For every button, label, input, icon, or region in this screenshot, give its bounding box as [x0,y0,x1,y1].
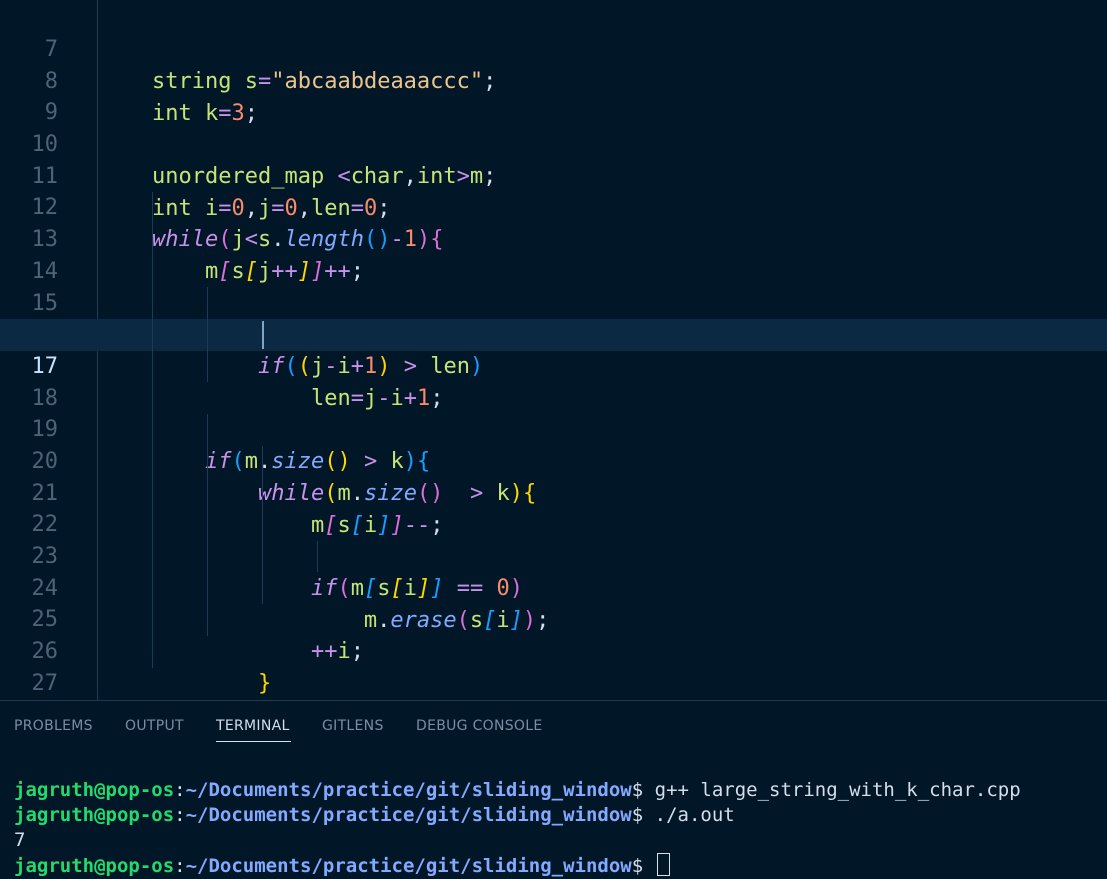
tab-gitlens[interactable]: GITLENS [322,718,384,734]
code-line[interactable]: 12 while(j<s.length()-1){ [0,160,1107,252]
code-editor[interactable]: 7 string s="abcaabdeaaaccc"; 8 int k=3; … [0,0,1107,700]
tab-debug-console[interactable]: DEBUG CONSOLE [416,718,543,734]
code-line[interactable]: 14 [0,224,1107,284]
indent-guide [207,414,208,636]
terminal-line: jagruth@pop-os:~/Documents/practice/git/… [14,853,670,879]
code-line[interactable]: 10 unordered_map <char,int>m; [0,97,1107,189]
code-line[interactable]: 27 } [0,636,1107,696]
prompt-path: ~/Documents/practice/git/sliding_window [185,855,632,877]
terminal-cursor [656,853,670,876]
code-line[interactable]: 23 if(m[s[i]] == 0) [0,509,1107,601]
indent-guide [317,541,318,572]
code-line[interactable]: 25 ++i; [0,572,1107,664]
terminal-command: g++ large_string_with_k_char.cpp [654,779,1021,801]
tab-problems[interactable]: PROBLEMS [14,718,93,734]
prompt-path: ~/Documents/practice/git/sliding_window [185,779,632,801]
code-line-current[interactable]: 17 len=j-i+1; [0,319,1107,411]
terminal-output: 7 [14,829,26,851]
code-line[interactable]: 21 m[s[i]]--; [0,446,1107,538]
tab-terminal[interactable]: TERMINAL [216,718,290,734]
prompt-user: jagruth@pop-os [14,804,175,826]
tab-output[interactable]: OUTPUT [125,718,184,734]
indent-guide [152,192,153,668]
code-line[interactable]: 26 } [0,604,1107,696]
code-line[interactable]: 13 m[s[j++]]++; [0,192,1107,284]
code-line[interactable]: 11 int i=0,j=0,len=0; [0,129,1107,221]
code-line[interactable]: 19 if(m.size() > k){ [0,382,1107,474]
code-line[interactable]: 16 if((j-i+1) > len) [0,287,1107,379]
indent-guide [207,287,208,382]
terminal-line: jagruth@pop-os:~/Documents/practice/git/… [14,804,735,826]
code-line[interactable]: 7 string s="abcaabdeaaaccc"; [0,2,1107,94]
indent-guide [262,446,263,604]
code-line[interactable]: 8 int k=3; [0,34,1107,126]
prompt-user: jagruth@pop-os [14,855,175,877]
code-line[interactable]: 15 if(m.size() == k) [0,256,1107,348]
terminal-command: ./a.out [654,804,735,826]
prompt-user: jagruth@pop-os [14,779,175,801]
active-tab-indicator [216,741,291,742]
code-line[interactable]: 24 m.erase(s[i]); [0,541,1107,633]
code-line[interactable]: 28 } [0,667,1107,699]
prompt-path: ~/Documents/practice/git/sliding_window [185,804,632,826]
bottom-panel: PROBLEMS OUTPUT TERMINAL GITLENS DEBUG C… [0,700,1107,877]
terminal-line: jagruth@pop-os:~/Documents/practice/git/… [14,779,1021,801]
code-line[interactable]: 20 while(m.size() > k){ [0,414,1107,506]
code-line[interactable]: 18 [0,351,1107,411]
text-caret [262,321,264,349]
code-line[interactable]: 9 [0,65,1107,125]
code-line[interactable]: 22 [0,477,1107,537]
